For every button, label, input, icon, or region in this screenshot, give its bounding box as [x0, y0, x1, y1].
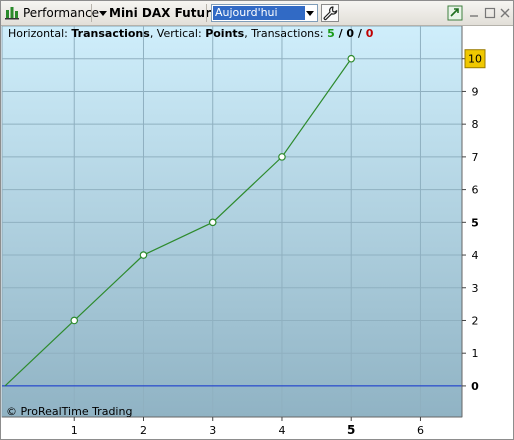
wrench-icon: [323, 6, 338, 21]
data-point: [208, 218, 217, 227]
performance-label[interactable]: Performance: [23, 1, 99, 25]
copyright-label: © ProRealTime Trading: [6, 405, 133, 418]
x-tick-label: 1: [71, 424, 78, 437]
y-tick-label: 3: [472, 282, 479, 295]
y-tick-label: 5: [471, 216, 479, 229]
info-sep-1: /: [334, 27, 347, 40]
chart-bars-icon[interactable]: [5, 6, 19, 20]
info-horizontal-value: Transactions: [71, 27, 150, 40]
dropdown-arrow-icon[interactable]: [99, 11, 107, 16]
y-tick-label: 7: [472, 151, 479, 164]
close-icon[interactable]: [497, 5, 513, 21]
x-tick-label: 3: [209, 424, 216, 437]
info-sep-2: /: [354, 27, 366, 40]
performance-window: Performance Mini DAX Future Aujourd'hui: [0, 0, 514, 440]
maximize-icon[interactable]: [482, 5, 498, 21]
data-point: [70, 316, 79, 325]
info-transactions-total: 5: [327, 27, 335, 40]
period-select[interactable]: Aujourd'hui: [211, 4, 318, 22]
restore-icon[interactable]: [447, 5, 463, 21]
toolbar-separator: [206, 4, 207, 22]
y-tick-label: 8: [472, 118, 479, 131]
x-tick-label: 4: [278, 424, 285, 437]
info-transactions-mid: 0: [346, 27, 355, 40]
info-transactions-losing: 0: [365, 27, 374, 40]
toolbar: Performance Mini DAX Future Aujourd'hui: [1, 1, 513, 26]
y-tick-label: 10: [468, 53, 482, 66]
y-tick-label: 9: [472, 85, 479, 98]
info-horizontal-prefix: Horizontal:: [8, 27, 72, 40]
info-vertical-value: Points: [205, 27, 245, 40]
plot-area: [1, 26, 463, 418]
info-transactions-prefix: , Transactions:: [244, 27, 328, 40]
instrument-selector[interactable]: Mini DAX Future: [109, 1, 219, 25]
data-point: [278, 153, 286, 161]
period-select-value: Aujourd'hui: [213, 6, 305, 20]
chart-info-header: Horizontal: Transactions, Vertical: Poin…: [8, 27, 373, 40]
minimize-icon[interactable]: [466, 5, 482, 21]
y-tick-label: 6: [472, 184, 479, 197]
y-tick-label: 0: [471, 380, 479, 393]
info-vertical-prefix: , Vertical:: [149, 27, 206, 40]
data-point: [347, 54, 356, 63]
toolbar-separator: [91, 4, 92, 22]
data-point: [139, 251, 148, 259]
y-tick-label: 2: [472, 314, 479, 327]
chevron-down-icon[interactable]: [304, 6, 316, 20]
performance-chart[interactable]: 0 1 2 3 4 5 6 7 8 9 10 1 2 3 4 5 6: [1, 26, 513, 439]
y-tick-label: 4: [472, 249, 479, 262]
x-tick-label: 2: [140, 424, 147, 437]
settings-button[interactable]: [321, 4, 339, 22]
x-tick-label: 5: [347, 423, 355, 437]
y-tick-label: 1: [472, 347, 479, 360]
x-tick-label: 6: [417, 424, 424, 437]
